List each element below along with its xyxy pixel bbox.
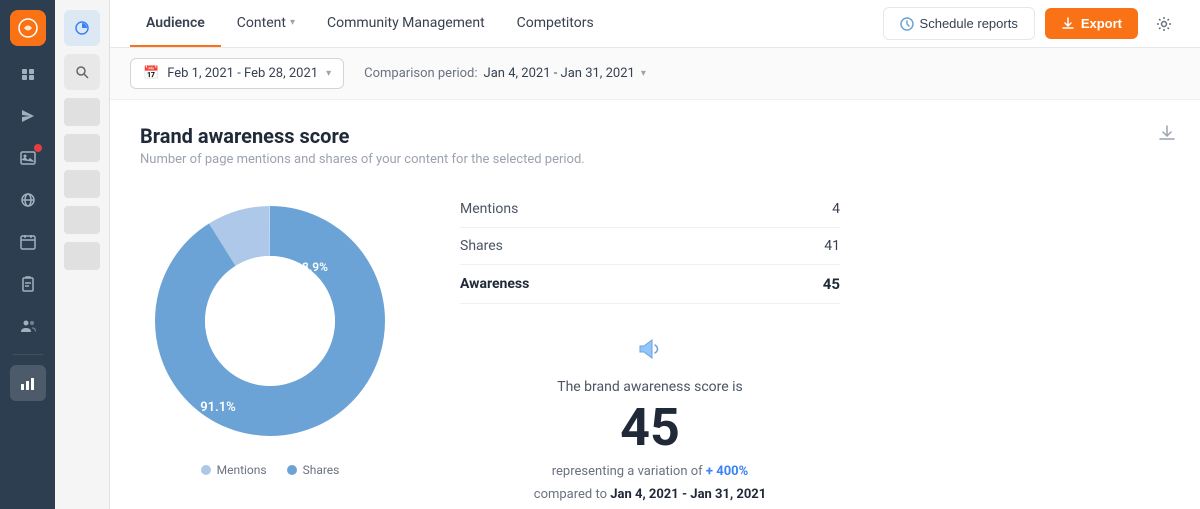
content-area: Brand awareness score Number of page men… <box>110 100 1200 509</box>
variation-value: + 400% <box>706 464 748 479</box>
calendar-icon: 📅 <box>143 66 159 81</box>
image-icon[interactable] <box>10 140 46 176</box>
donut-chart: 91.1% 8.9% <box>140 191 400 451</box>
legend-mentions: Mentions <box>201 463 267 477</box>
main-content: Audience Content ▾ Community Management … <box>110 0 1200 509</box>
awareness-card: The brand awareness score is 45 represen… <box>460 334 840 502</box>
secondary-sidebar <box>55 0 110 509</box>
nav-actions: Schedule reports Export <box>883 7 1180 40</box>
comparison-chevron-icon[interactable]: ▾ <box>641 68 646 79</box>
stats-panel: Mentions 4 Shares 41 Awareness 45 <box>460 191 840 502</box>
settings-icon[interactable] <box>1148 8 1180 40</box>
analytics-secondary-icon[interactable] <box>64 10 100 46</box>
nav-tabs: Audience Content ▾ Community Management … <box>130 1 883 47</box>
menu-expand-icon[interactable] <box>10 56 46 92</box>
comparison-text: compared to Jan 4, 2021 - Jan 31, 2021 <box>460 487 840 502</box>
search-secondary-icon[interactable] <box>64 54 100 90</box>
export-icon <box>1061 17 1075 31</box>
comparison-range-value: Jan 4, 2021 - Jan 31, 2021 <box>484 66 635 81</box>
tab-community-management[interactable]: Community Management <box>311 1 501 47</box>
legend-shares: Shares <box>287 463 340 477</box>
date-bar: 📅 Feb 1, 2021 - Feb 28, 2021 ▾ Compariso… <box>110 48 1200 100</box>
svg-text:8.9%: 8.9% <box>302 260 328 274</box>
stat-row-mentions: Mentions 4 <box>460 191 840 228</box>
sidebar-placeholder-2 <box>64 134 100 162</box>
clipboard-icon[interactable] <box>10 266 46 302</box>
stat-row-awareness: Awareness 45 <box>460 265 840 304</box>
comparison-period-text: Comparison period: Jan 4, 2021 - Jan 31,… <box>364 66 646 81</box>
chart-legend: Mentions Shares <box>201 463 340 477</box>
date-picker-chevron-icon: ▾ <box>326 68 331 79</box>
tab-audience[interactable]: Audience <box>130 1 221 47</box>
top-navigation: Audience Content ▾ Community Management … <box>110 0 1200 48</box>
mentions-dot <box>201 465 211 475</box>
send-icon[interactable] <box>10 98 46 134</box>
schedule-icon <box>900 17 914 31</box>
export-button[interactable]: Export <box>1045 8 1138 39</box>
megaphone-icon <box>460 334 840 371</box>
svg-text:91.1%: 91.1% <box>200 400 236 415</box>
sidebar-divider <box>13 354 43 355</box>
calendar-grid-icon[interactable] <box>10 224 46 260</box>
date-range-picker[interactable]: 📅 Feb 1, 2021 - Feb 28, 2021 ▾ <box>130 58 344 89</box>
awareness-score: 45 <box>460 399 840 456</box>
globe-icon[interactable] <box>10 182 46 218</box>
content-chevron-icon: ▾ <box>290 17 295 28</box>
tab-competitors[interactable]: Competitors <box>501 1 610 47</box>
app-logo[interactable] <box>10 10 46 46</box>
analytics-icon[interactable] <box>10 365 46 401</box>
sidebar-placeholder-3 <box>64 170 100 198</box>
schedule-reports-button[interactable]: Schedule reports <box>883 7 1035 40</box>
stat-row-shares: Shares 41 <box>460 228 840 265</box>
variation-text: representing a variation of + 400% <box>460 464 840 479</box>
sidebar-placeholder-4 <box>64 206 100 234</box>
date-range-value: Feb 1, 2021 - Feb 28, 2021 <box>167 66 318 81</box>
download-icon[interactable] <box>1158 124 1176 147</box>
sidebar-placeholder-5 <box>64 242 100 270</box>
donut-chart-wrapper: 91.1% 8.9% Mentions Shares <box>140 191 400 477</box>
team-icon[interactable] <box>10 308 46 344</box>
sidebar <box>0 0 55 509</box>
tab-content[interactable]: Content ▾ <box>221 1 311 47</box>
sidebar-placeholder-1 <box>64 98 100 126</box>
chart-area: 91.1% 8.9% Mentions Shares <box>140 191 1170 502</box>
comparison-period-value: Jan 4, 2021 - Jan 31, 2021 <box>610 487 766 502</box>
section-subtitle: Number of page mentions and shares of yo… <box>140 152 1170 167</box>
section-title: Brand awareness score <box>140 124 1170 148</box>
awareness-label: The brand awareness score is <box>460 379 840 395</box>
shares-dot <box>287 465 297 475</box>
